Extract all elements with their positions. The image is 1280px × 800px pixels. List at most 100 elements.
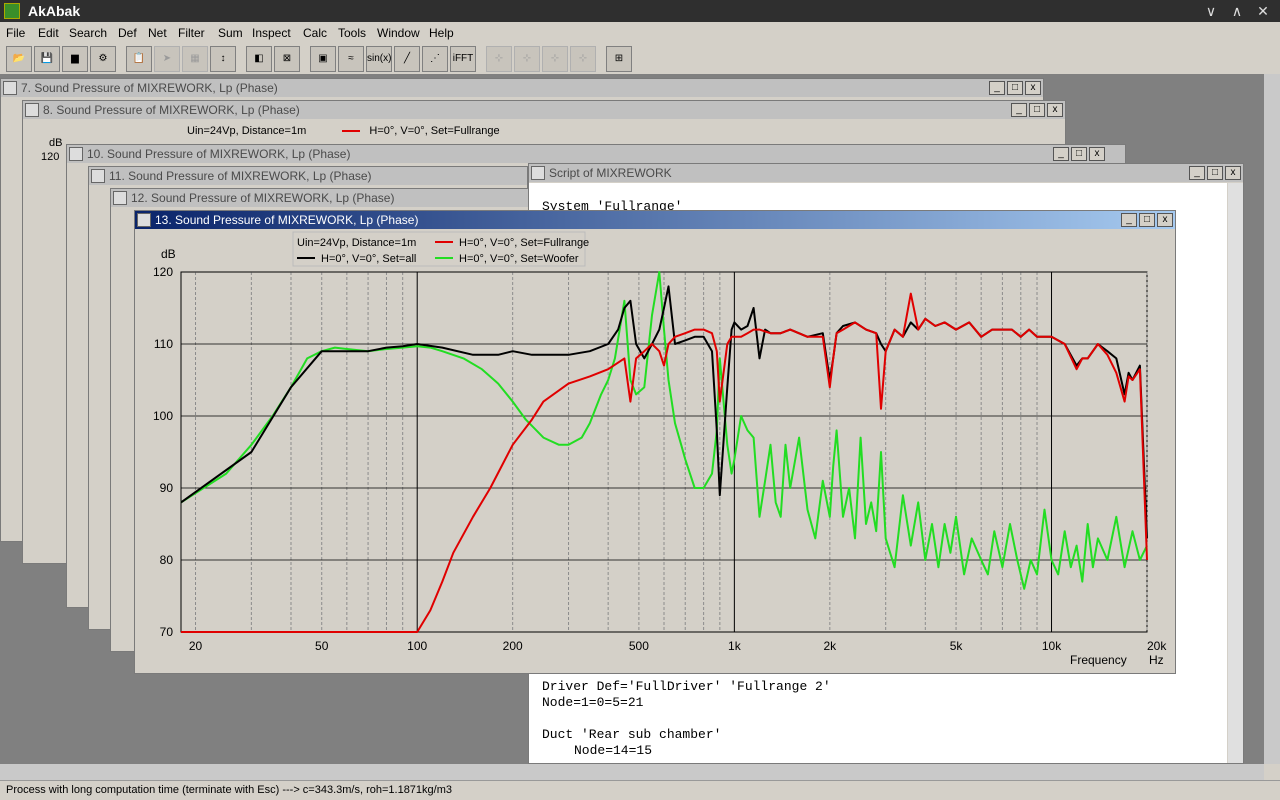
x-axis-label: Frequency bbox=[1070, 653, 1127, 667]
maximize-button[interactable]: □ bbox=[1007, 81, 1023, 95]
menu-filter[interactable]: Filter bbox=[178, 26, 205, 40]
toolbar: 📂 💾 ▆ ⚙ 📋 ➤ ▦ ↕ ◧ ⊠ ▣ ≈ sin(x) ╱ ⋰ iFFT … bbox=[0, 44, 1280, 74]
frequency-response-chart: 70 80 90 100 110 120 20 50 100 200 500 1k 2k 5k 10k 20k… bbox=[153, 231, 1167, 667]
script-line: Node=1=0=5=21 bbox=[542, 695, 644, 710]
legend-series-label: H=0°, V=0°, Set=Fullrange bbox=[369, 125, 500, 137]
y-top-label: 120 bbox=[41, 151, 60, 163]
maximize-button[interactable]: □ bbox=[1071, 147, 1087, 161]
legend-label: H=0°, V=0°, Set=Woofer bbox=[459, 253, 579, 265]
menu-file[interactable]: File bbox=[6, 26, 25, 40]
window-8-titlebar[interactable]: 8. Sound Pressure of MIXREWORK, Lp (Phas… bbox=[23, 101, 1065, 119]
sine-icon[interactable]: sin(x) bbox=[366, 46, 392, 72]
disabled-plot-2-icon[interactable]: ⊹ bbox=[514, 46, 540, 72]
close-button[interactable]: x bbox=[1157, 213, 1173, 227]
script-line: Node=14=15 bbox=[574, 743, 653, 758]
script-line: Duct 'Rear sub chamber' bbox=[542, 727, 722, 742]
minimize-chevron-icon[interactable]: ∨ bbox=[1200, 2, 1222, 20]
x-tick-label: 500 bbox=[629, 639, 649, 653]
close-button[interactable]: x bbox=[1225, 166, 1241, 180]
script-window-titlebar[interactable]: Script of MIXREWORK _ □ x bbox=[529, 164, 1243, 182]
menu-net[interactable]: Net bbox=[148, 26, 167, 40]
curve-icon[interactable]: ╱ bbox=[394, 46, 420, 72]
legend-label: H=0°, V=0°, Set=all bbox=[321, 253, 416, 265]
maximize-button[interactable]: □ bbox=[1139, 213, 1155, 227]
plot-icon bbox=[25, 103, 39, 117]
enclosure-icon[interactable]: ▣ bbox=[310, 46, 336, 72]
menu-sum[interactable]: Sum bbox=[218, 26, 243, 40]
main-horizontal-scrollbar[interactable] bbox=[0, 764, 1264, 780]
status-bar: Process with long computation time (term… bbox=[0, 780, 1280, 800]
menu-def[interactable]: Def bbox=[118, 26, 137, 40]
crossed-plot-icon[interactable]: ⊠ bbox=[274, 46, 300, 72]
status-text: Process with long computation time (term… bbox=[6, 784, 452, 796]
menu-tools[interactable]: Tools bbox=[338, 26, 366, 40]
x-tick-label: 5k bbox=[950, 639, 964, 653]
script-line: Driver Def='FullDriver' 'Fullrange 2' bbox=[542, 679, 831, 694]
chart-bars-icon[interactable]: ▆ bbox=[62, 46, 88, 72]
legend-info: Uin=24Vp, Distance=1m bbox=[297, 237, 416, 249]
plot-icon bbox=[69, 147, 83, 161]
y-tick-label: 110 bbox=[154, 337, 173, 351]
ifft-icon[interactable]: iFFT bbox=[450, 46, 476, 72]
app-close-icon[interactable]: ✕ bbox=[1252, 2, 1274, 20]
maximize-button[interactable]: □ bbox=[1207, 166, 1223, 180]
plot-icon bbox=[137, 213, 151, 227]
y-tick-label: 100 bbox=[153, 409, 173, 423]
x-tick-label: 20 bbox=[189, 639, 203, 653]
window-7-titlebar[interactable]: 7. Sound Pressure of MIXREWORK, Lp (Phas… bbox=[1, 79, 1043, 97]
script-window-title: Script of MIXREWORK bbox=[549, 166, 672, 180]
maximize-button[interactable]: □ bbox=[1029, 103, 1045, 117]
disabled-plot-3-icon[interactable]: ⊹ bbox=[542, 46, 568, 72]
disabled-plot-4-icon[interactable]: ⊹ bbox=[570, 46, 596, 72]
plot-icon bbox=[3, 81, 17, 95]
window-7-title: 7. Sound Pressure of MIXREWORK, Lp (Phas… bbox=[21, 81, 278, 95]
window-10-titlebar[interactable]: 10. Sound Pressure of MIXREWORK, Lp (Pha… bbox=[67, 145, 1125, 163]
menu-window[interactable]: Window bbox=[377, 26, 420, 40]
menu-inspect[interactable]: Inspect bbox=[252, 26, 291, 40]
window-11-titlebar[interactable]: 11. Sound Pressure of MIXREWORK, Lp (Pha… bbox=[89, 167, 527, 185]
save-disk-icon[interactable]: 💾 bbox=[34, 46, 60, 72]
curve-fit-icon[interactable]: ⋰ bbox=[422, 46, 448, 72]
window-12-titlebar[interactable]: 12. Sound Pressure of MIXREWORK, Lp (Pha… bbox=[111, 189, 529, 207]
close-button[interactable]: x bbox=[1047, 103, 1063, 117]
minimize-button[interactable]: _ bbox=[989, 81, 1005, 95]
speaker-icon[interactable]: ◧ bbox=[246, 46, 272, 72]
arrow-right-icon[interactable]: ➤ bbox=[154, 46, 180, 72]
minimize-button[interactable]: _ bbox=[1053, 147, 1069, 161]
maximize-chevron-icon[interactable]: ∧ bbox=[1226, 2, 1248, 20]
minimize-button[interactable]: _ bbox=[1121, 213, 1137, 227]
plot-icon bbox=[91, 169, 105, 183]
axis-icon[interactable]: ↕ bbox=[210, 46, 236, 72]
script-scrollbar[interactable] bbox=[1228, 183, 1243, 763]
driver-icon[interactable]: ⚙ bbox=[90, 46, 116, 72]
y-axis-label: dB bbox=[161, 247, 176, 261]
grid-icon[interactable]: ▦ bbox=[182, 46, 208, 72]
y-tick-label: 80 bbox=[160, 553, 174, 567]
filter-icon[interactable]: ≈ bbox=[338, 46, 364, 72]
x-tick-label: 200 bbox=[503, 639, 523, 653]
minimize-button[interactable]: _ bbox=[1189, 166, 1205, 180]
main-vertical-scrollbar[interactable] bbox=[1264, 74, 1280, 764]
y-unit-label: dB bbox=[49, 137, 63, 149]
menu-edit[interactable]: Edit bbox=[38, 26, 59, 40]
y-tick-label: 90 bbox=[160, 481, 174, 495]
disabled-plot-1-icon[interactable]: ⊹ bbox=[486, 46, 512, 72]
menu-bar: File Edit Search Def Net Filter Sum Insp… bbox=[0, 24, 1280, 44]
x-tick-label: 20k bbox=[1147, 639, 1167, 653]
window-11-title: 11. Sound Pressure of MIXREWORK, Lp (Pha… bbox=[109, 169, 372, 183]
close-button[interactable]: x bbox=[1025, 81, 1041, 95]
graph-icon[interactable]: ⊞ bbox=[606, 46, 632, 72]
window-13[interactable]: 13. Sound Pressure of MIXREWORK, Lp (Pha… bbox=[134, 210, 1176, 674]
minimize-button[interactable]: _ bbox=[1011, 103, 1027, 117]
info-label: Uin=24Vp, Distance=1m bbox=[187, 125, 307, 137]
menu-calc[interactable]: Calc bbox=[303, 26, 327, 40]
window-13-titlebar[interactable]: 13. Sound Pressure of MIXREWORK, Lp (Pha… bbox=[135, 211, 1175, 229]
menu-help[interactable]: Help bbox=[429, 26, 454, 40]
menu-search[interactable]: Search bbox=[69, 26, 107, 40]
legend-label: H=0°, V=0°, Set=Fullrange bbox=[459, 237, 589, 249]
paste-icon[interactable]: 📋 bbox=[126, 46, 152, 72]
close-button[interactable]: x bbox=[1089, 147, 1105, 161]
open-folder-icon[interactable]: 📂 bbox=[6, 46, 32, 72]
x-tick-label: 50 bbox=[315, 639, 329, 653]
x-tick-label: 1k bbox=[728, 639, 742, 653]
